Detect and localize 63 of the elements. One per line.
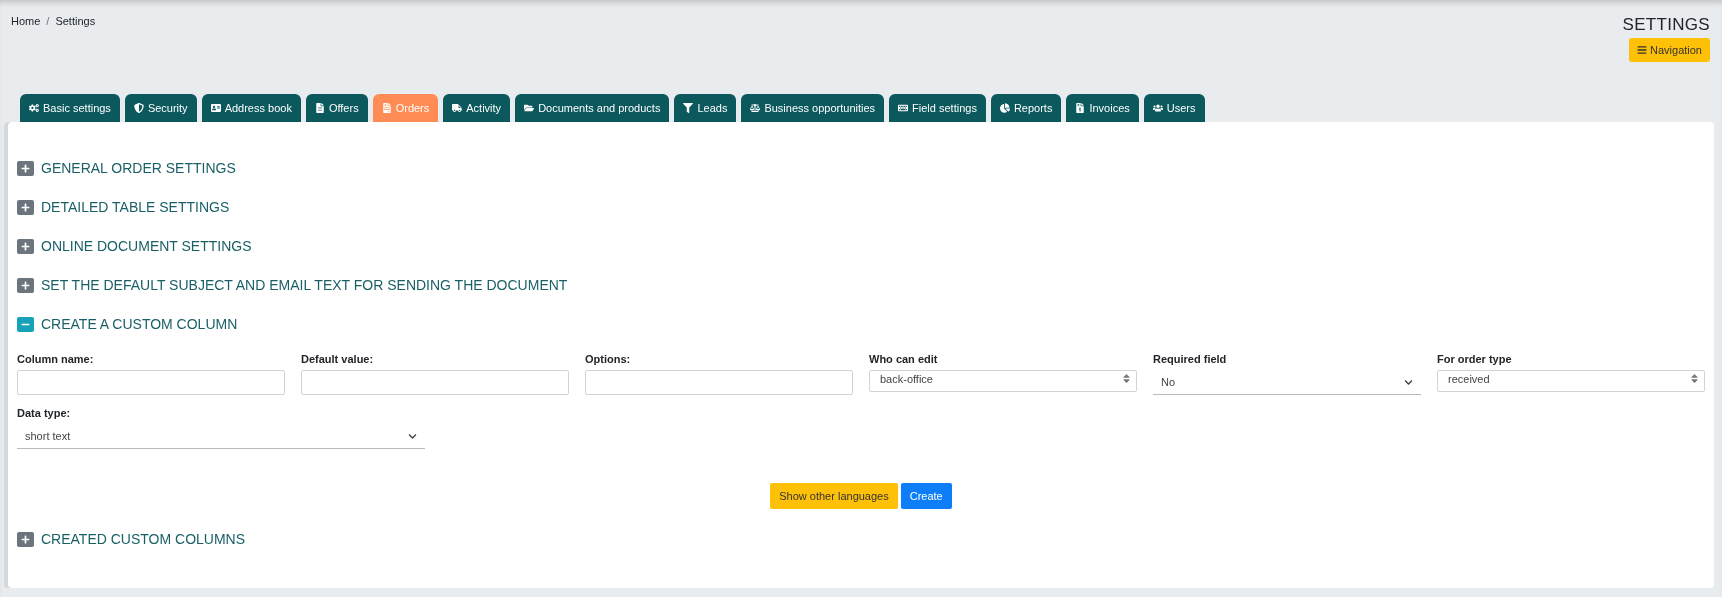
breadcrumb-link[interactable]: Home	[11, 15, 41, 27]
section-header[interactable]: CREATED CUSTOM COLUMNS	[17, 531, 1705, 547]
keyboard-icon	[898, 103, 909, 113]
section-title: GENERAL ORDER SETTINGS	[41, 160, 236, 176]
menu-icon	[1637, 45, 1647, 55]
text-field[interactable]	[17, 370, 285, 395]
shield-icon	[133, 103, 144, 113]
chevron-down-icon	[1404, 377, 1413, 387]
breadcrumb-link[interactable]: Settings	[55, 15, 96, 27]
section-title: SET THE DEFAULT SUBJECT AND EMAIL TEXT FOR SENDING THE DOCUMENT	[41, 277, 568, 293]
field-label: Required field	[1153, 353, 1228, 365]
page-title: SETTINGS	[1622, 15, 1710, 35]
section-title: ONLINE DOCUMENT SETTINGS	[41, 238, 252, 254]
field-label: For order type	[1437, 353, 1513, 365]
spinner-icon	[1121, 373, 1132, 384]
section-header[interactable]: GENERAL ORDER SETTINGS	[17, 160, 1705, 176]
field-label: Who can edit	[869, 353, 939, 365]
text-field[interactable]	[585, 370, 853, 395]
settings-tab[interactable]: Security	[124, 94, 197, 122]
settings-tab[interactable]: Offers	[305, 94, 368, 122]
folder-icon	[524, 103, 535, 113]
truck-icon	[452, 103, 463, 113]
settings-tab[interactable]: Users	[1143, 94, 1205, 122]
document-icon	[1075, 103, 1086, 113]
create-button[interactable]: Create	[900, 483, 952, 509]
spinner-icon	[1689, 373, 1700, 384]
multi-select-field[interactable]: back-office	[869, 370, 1137, 392]
section-header[interactable]: SET THE DEFAULT SUBJECT AND EMAIL TEXT FOR SENDING THE DOCUMENT	[17, 277, 1705, 293]
select-field[interactable]: No	[1153, 370, 1421, 395]
breadcrumb-separator: /	[46, 15, 50, 27]
document-icon	[381, 103, 392, 113]
section-header[interactable]: DETAILED TABLE SETTINGS	[17, 199, 1705, 215]
field-label: Default value:	[301, 353, 375, 365]
languages-button[interactable]: Show other languages	[770, 483, 898, 509]
settings-tab[interactable]: Business opportunities	[741, 94, 885, 122]
navigation-button[interactable]: Navigation	[1629, 38, 1710, 62]
settings-tab[interactable]: Field settings	[889, 94, 986, 122]
filter-icon	[683, 103, 694, 113]
settings-tab[interactable]: Invoices	[1066, 94, 1139, 122]
section-header[interactable]: CREATE A CUSTOM COLUMN	[17, 316, 1705, 332]
section-header[interactable]: ONLINE DOCUMENT SETTINGS	[17, 238, 1705, 254]
multi-select-field[interactable]: received	[1437, 370, 1705, 392]
section-title: DETAILED TABLE SETTINGS	[41, 199, 230, 215]
gears-icon	[29, 103, 39, 113]
address-card-icon	[210, 103, 221, 113]
settings-tab[interactable]: Basic settings	[20, 94, 120, 122]
field-label: Options:	[585, 353, 632, 365]
section-title: CREATED CUSTOM COLUMNS	[41, 531, 246, 547]
settings-tab[interactable]: Reports	[990, 94, 1062, 122]
text-field[interactable]	[301, 370, 569, 395]
pie-chart-icon	[999, 103, 1010, 113]
settings-tab[interactable]: Activity	[443, 94, 511, 122]
settings-tab[interactable]: Leads	[674, 94, 737, 122]
select-field[interactable]: short text	[17, 424, 425, 449]
chevron-down-icon	[408, 431, 417, 441]
settings-tab[interactable]: Documents and products	[515, 94, 670, 122]
users-icon	[1152, 103, 1163, 113]
document-icon	[314, 103, 325, 113]
field-label: Column name:	[17, 353, 95, 365]
field-label: Data type:	[17, 407, 72, 419]
section-title: CREATE A CUSTOM COLUMN	[41, 316, 238, 332]
scales-icon	[750, 103, 761, 113]
settings-tab[interactable]: Address book	[201, 94, 301, 122]
